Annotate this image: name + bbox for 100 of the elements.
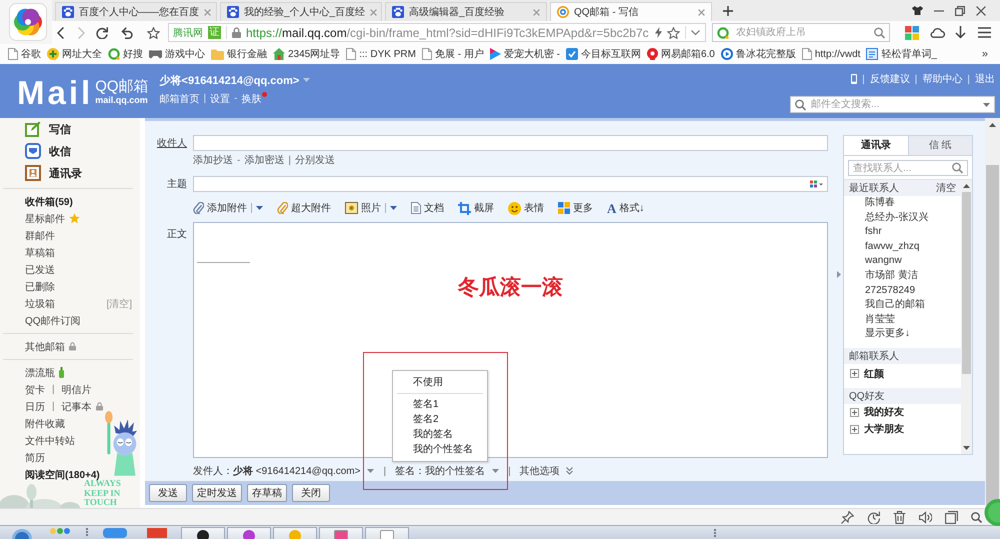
reload-icon[interactable] [96,26,108,38]
bookmark-item[interactable]: 爱宠大机密 - [490,47,560,61]
sidebar-item[interactable]: QQ邮件订阅 [25,314,81,328]
bookmark-item[interactable]: 网址大全 [47,47,102,61]
dots-icon[interactable] [50,528,70,534]
contact-group[interactable]: 红颜 [864,366,884,381]
pin-icon[interactable] [841,510,854,524]
star-icon[interactable] [667,26,680,38]
sender-select[interactable]: 发件人：少将 <916414214@qq.com> [193,464,374,478]
window-icon[interactable] [945,510,958,524]
action-button[interactable]: 关闭 [292,484,330,502]
plus-icon[interactable] [723,6,733,16]
photo-button[interactable]: 照片 [345,201,397,215]
star-icon[interactable] [147,26,160,38]
contact-item[interactable]: 陈博春 [844,196,961,211]
contact-item[interactable]: 272578249 [844,284,961,298]
sidebar-item[interactable]: 漂流瓶 [25,366,55,380]
bookmark-item[interactable]: 游戏中心 [149,47,205,61]
caret-right-icon[interactable] [837,271,841,278]
action-button[interactable]: 定时发送 [192,484,242,502]
address-bar[interactable]: 腾讯网 证 https://mail.qq.com/cgi-bin/frame_html?sid=dHIFi9Tc3kEMPApd&r=5bc2b7c [168,23,706,42]
browser-tab[interactable]: QQ邮箱 - 写信 [550,2,712,21]
clear-link[interactable]: 清空 [936,181,956,195]
close-icon[interactable] [976,6,986,16]
contact-item[interactable]: wangnw [844,254,961,269]
contacts-tab[interactable]: 信 纸 [908,136,972,155]
menu-item[interactable]: 我的签名 [393,427,487,442]
start-orb-icon[interactable] [12,528,32,539]
sidebar-action[interactable]: 通讯录 [49,166,82,180]
expand-icon[interactable] [850,369,859,378]
sidebar-item[interactable]: 收件箱(59) [25,194,73,208]
scroll-down-icon[interactable] [963,446,970,450]
browser-tab[interactable]: 我的经验_个人中心_百度经 [220,2,382,21]
contact-item[interactable]: 肖莹莹 [844,312,961,328]
contact-item[interactable]: fawvw_zhzq [844,240,961,254]
browser-logo-icon[interactable] [9,3,47,41]
minimize-icon[interactable] [934,10,944,12]
bookmark-item[interactable]: 鲁冰花完整版 [720,47,796,61]
bookmark-item[interactable]: 谷歌 [8,47,41,61]
bookmark-item[interactable]: 2345网址导 [273,47,340,61]
format-button[interactable]: A 格式↓ [607,201,644,215]
more-button[interactable]: 更多 [558,201,593,215]
sidebar-item[interactable]: 记事本 [62,400,92,414]
menu-item[interactable]: 我的个性签名 [393,442,487,457]
speaker-icon[interactable] [919,510,932,524]
history-icon[interactable] [867,510,880,524]
sidebar-item[interactable]: 已删除 [25,280,55,294]
lightning-icon[interactable] [655,27,662,38]
sidebar-item[interactable]: 草稿箱 [25,246,55,260]
contact-search-field[interactable]: 查找联系人... [848,160,968,176]
browser-tab[interactable]: 百度个人中心——您在百度 [55,2,217,21]
contact-item[interactable]: 我自己的邮箱 [844,298,961,313]
sidebar-item[interactable]: 文件中转站 [25,434,75,448]
contact-item[interactable]: fshr [844,225,961,240]
bookmark-item[interactable]: 免展 - 用户 [422,47,484,61]
scrollbar-thumb[interactable] [962,192,971,374]
scrollbar[interactable] [961,180,972,454]
sidebar-item[interactable]: 星标邮件 [25,212,65,226]
search-icon[interactable] [952,162,963,174]
compose-link[interactable]: 添加抄送 [193,153,233,167]
browser-tab[interactable]: 高级编辑器_百度经验 [385,2,547,21]
contact-item[interactable]: 总经办-张汉兴 [844,210,961,226]
sidebar-action[interactable]: 写信 [49,122,71,136]
menu-item[interactable]: 签名1 [393,397,487,412]
action-button[interactable]: 发送 [149,484,187,502]
sidebar-item[interactable]: 垃圾箱 [25,296,55,310]
url-text[interactable]: https://mail.qq.com/cgi-bin/frame_html?sid=dHIFi9Tc3kEMPApd&r=5bc2b7c [246,26,650,40]
compose-link[interactable]: 分别发送 [294,153,335,167]
phone-icon[interactable] [851,74,858,84]
scroll-up-icon[interactable] [989,123,996,127]
document-button[interactable]: 文档 [411,201,444,215]
undo-icon[interactable] [121,26,133,38]
sidebar-item[interactable]: 群邮件 [25,228,55,242]
search-icon[interactable] [874,27,885,38]
sidebar-item[interactable]: 简历 [25,450,45,464]
restore-icon[interactable] [955,6,965,16]
scrollbar-thumb[interactable] [986,165,999,505]
bookmark-item[interactable]: 网易邮箱6.0 [646,47,715,61]
sidebar-item[interactable]: 附件收藏 [25,416,65,430]
search-icon[interactable] [971,512,982,522]
bookmark-item[interactable]: 今目标互联网 [566,47,641,61]
large-attach-button[interactable]: 超大附件 [277,201,331,215]
contact-group[interactable]: 我的好友 [864,405,904,420]
recipient-field[interactable] [193,135,828,151]
sidebar-item[interactable]: 阅读空间(180+4) [25,468,100,482]
bookmark-item[interactable]: 银行金融 [211,47,267,61]
cloud-icon[interactable] [930,27,945,38]
menu-icon[interactable] [978,27,991,38]
bookmark-item[interactable]: http://vwdt [802,48,860,60]
sidebar-item[interactable]: 贺卡 [25,382,45,396]
mail-search-field[interactable]: 邮件全文搜索... [790,96,995,113]
menu-item[interactable]: 不使用 [393,375,487,390]
expand-icon[interactable] [850,408,859,417]
chevron-down-icon[interactable] [691,30,700,35]
screenshot-button[interactable]: 截屏 [458,201,494,215]
contact-item[interactable]: 市场部 黄洁 [844,268,961,284]
menu-item[interactable]: 签名2 [393,412,487,427]
page-scrollbar[interactable] [985,118,1000,508]
sidebar-item[interactable]: 日历 [25,400,45,414]
recipient-link[interactable]: 收件人 [145,136,187,150]
